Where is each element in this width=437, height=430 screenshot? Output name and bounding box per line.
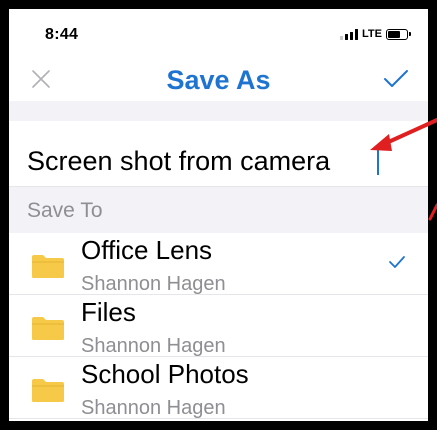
filename-row <box>9 121 428 187</box>
battery-icon <box>386 28 411 40</box>
network-type: LTE <box>362 28 382 40</box>
status-time: 8:44 <box>45 26 79 43</box>
folder-owner: Shannon Hagen <box>81 273 226 295</box>
folder-name: Office Lens <box>81 235 213 265</box>
folder-item-school-photos[interactable]: School Photos Shannon Hagen <box>9 357 428 419</box>
text-caret <box>377 145 379 175</box>
device-frame: 8:44 LTE Save As Screen shot from camera… <box>0 0 437 430</box>
folder-item-office-lens[interactable]: Office Lens Shannon Hagen <box>9 233 428 295</box>
checkmark-icon <box>384 70 408 87</box>
folder-owner: Shannon Hagen <box>81 397 226 419</box>
folder-owner: Shannon Hagen <box>81 335 226 357</box>
confirm-button[interactable] <box>382 67 410 91</box>
folder-name: Files <box>81 297 136 327</box>
save-to-section: Save To <box>9 187 428 233</box>
page-title: Save As <box>166 65 271 95</box>
signal-icon <box>340 28 359 40</box>
nav-header: Save As <box>9 57 428 101</box>
folder-icon <box>31 253 65 279</box>
folder-icon <box>31 315 65 341</box>
folder-name: School Photos <box>81 359 249 389</box>
folder-list: Office Lens Shannon Hagen Files Shannon … <box>9 233 428 419</box>
section-title: Save To <box>27 199 103 222</box>
header-separator <box>9 101 428 121</box>
status-bar: 8:44 LTE <box>9 9 428 57</box>
battery-level <box>388 30 400 38</box>
folder-item-files[interactable]: Files Shannon Hagen <box>9 295 428 357</box>
save-as-screen: 8:44 LTE Save As Screen shot from camera… <box>9 9 428 421</box>
filename-input[interactable] <box>27 143 399 179</box>
folder-icon <box>31 377 65 403</box>
status-indicators: LTE <box>340 28 411 40</box>
selected-check-icon <box>388 255 406 269</box>
